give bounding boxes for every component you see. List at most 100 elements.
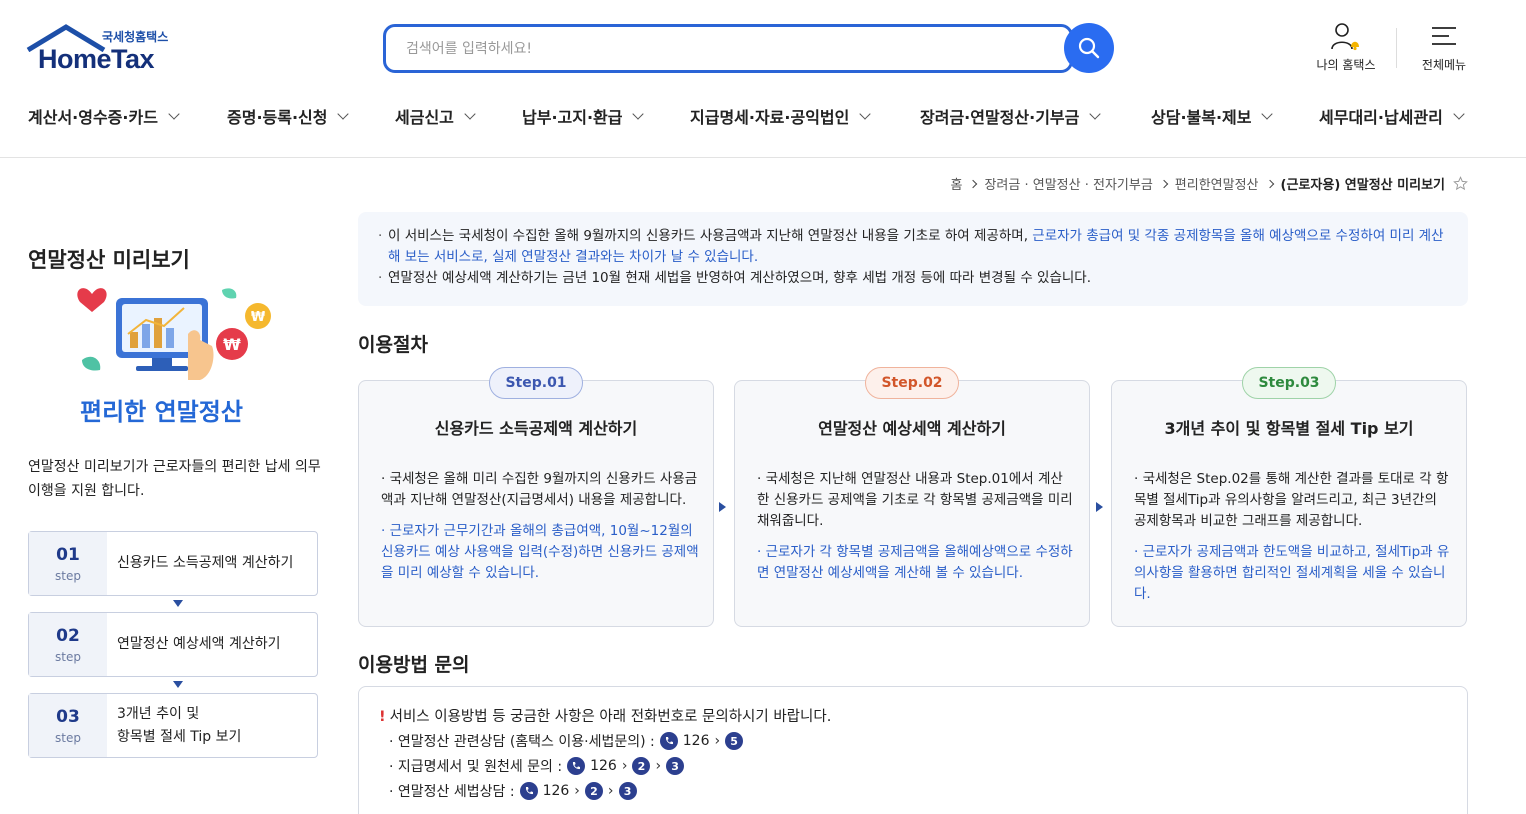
chevron-down-icon [1261, 108, 1274, 120]
nav-label: 계산서·영수증·카드 [28, 108, 158, 127]
chevron-right-icon [1159, 179, 1169, 188]
arrow-right-icon [1096, 502, 1103, 512]
search-icon [1078, 37, 1100, 59]
phone-icon [519, 782, 538, 800]
nav-invoice-receipt-card[interactable]: 계산서·영수증·카드 [28, 104, 180, 128]
step-card-title: 3개년 추이 및 항목별 절세 Tip 보기 [1164, 419, 1414, 438]
search-box [383, 24, 1073, 73]
step-text: 3개년 추이 및 항목별 절세 Tip 보기 [117, 705, 242, 745]
arrow-down-icon [173, 600, 183, 607]
my-hometax-label: 나의 홈택스 [1316, 58, 1376, 72]
nav-label: 증명·등록·신청 [227, 108, 328, 127]
menu-number-badge: 3 [666, 757, 685, 775]
step-card-body: · 국세청은 올해 미리 수집한 9월까지의 신용카드 사용금액과 지난해 연말… [381, 471, 699, 581]
nav-payment-statement[interactable]: 지급명세·자료·공익법인 [690, 104, 872, 128]
all-menu-button[interactable]: 전체메뉴 [1414, 20, 1474, 73]
nav-label: 세무대리·납세관리 [1319, 108, 1443, 127]
step-number: 03 step [29, 694, 107, 757]
side-step-03[interactable]: 03 step 3개년 추이 및 항목별 절세 Tip 보기 [28, 693, 318, 758]
arrow-down-icon [173, 681, 183, 688]
breadcrumb-current: (근로자용) 연말정산 미리보기 [1280, 178, 1445, 193]
search-input[interactable] [386, 27, 1070, 70]
nav-label: 세금신고 [395, 108, 454, 127]
menu-number-badge: 5 [725, 732, 744, 750]
nav-label: 장려금·연말정산·기부금 [920, 108, 1080, 127]
nav-consult-appeal[interactable]: 상담·불복·제보 [1151, 104, 1274, 128]
breadcrumb-item[interactable]: 편리한연말정산 [1175, 174, 1259, 193]
step-card-body: · 국세청은 Step.02를 통해 계산한 결과를 토대로 각 항목별 절세T… [1134, 471, 1450, 602]
side-title: 연말정산 미리보기 [28, 248, 190, 272]
user-bell-icon [1331, 23, 1359, 51]
chevron-right-icon: › [607, 783, 614, 799]
menu-number-badge: 2 [632, 757, 651, 775]
step-pill: Step.02 [865, 367, 959, 399]
chevron-down-icon [1089, 108, 1102, 120]
breadcrumb-item[interactable]: 장려금 · 연말정산 · 전자기부금 [984, 174, 1152, 193]
nav-certificate-register[interactable]: 증명·등록·신청 [227, 104, 350, 128]
contact-row: · 연말정산 관련상담 (홈택스 이용·세법문의) : 126 › 5 [379, 731, 1447, 751]
contact-row: · 지급명세서 및 원천세 문의 : 126 › 2 › 3 [379, 756, 1447, 776]
contact-row: · 연말정산 세법상담 : 126 › 2 › 3 [379, 781, 1447, 801]
menu-number-badge: 2 [584, 782, 603, 800]
notice-line-2: 연말정산 예상세액 계산하기는 금년 10월 현재 세법을 반영하여 계산하였으… [378, 268, 1448, 289]
side-description: 연말정산 미리보기가 근로자들의 편리한 납세 의무 이행을 지원 합니다. [28, 459, 321, 499]
hometax-logo[interactable]: 국세청홈택스 HomeTax [26, 22, 186, 78]
chevron-down-icon [1453, 108, 1465, 120]
nav-tax-agent[interactable]: 세무대리·납세관리 [1319, 104, 1465, 128]
chevron-down-icon [464, 108, 476, 120]
step-pill: Step.03 [1242, 367, 1336, 399]
nav-incentive-yearend[interactable]: 장려금·연말정산·기부금 [920, 104, 1102, 128]
menu-number-badge: 3 [618, 782, 637, 800]
chevron-right-icon: › [655, 758, 662, 774]
star-icon[interactable] [1453, 176, 1468, 191]
nav-label: 상담·불복·제보 [1151, 108, 1252, 127]
side-step-02[interactable]: 02 step 연말정산 예상세액 계산하기 [28, 612, 318, 677]
chevron-right-icon: › [574, 783, 580, 799]
service-notice: 이 서비스는 국세청이 수집한 올해 9월까지의 신용카드 사용금액과 지난해 … [358, 212, 1468, 306]
illustration-title: 편리한 연말정산 [80, 398, 243, 426]
contact-head: ! 서비스 이용방법 등 궁금한 사항은 아래 전화번호로 문의하시기 바랍니다. [379, 709, 832, 725]
step-card-body: · 국세청은 지난해 연말정산 내용과 Step.01에서 계산한 신용카드 공… [757, 471, 1073, 581]
step-card-title: 연말정산 예상세액 계산하기 [818, 419, 1006, 438]
contact-box: ! 서비스 이용방법 등 궁금한 사항은 아래 전화번호로 문의하시기 바랍니다.… [358, 686, 1468, 814]
nav-label: 납부·고지·환급 [522, 108, 623, 127]
nav-tax-report[interactable]: 세금신고 [395, 104, 476, 128]
step-card-title: 신용카드 소득공제액 계산하기 [434, 419, 638, 438]
nav-label: 지급명세·자료·공익법인 [690, 108, 850, 127]
side-step-01[interactable]: 01 step 신용카드 소득공제액 계산하기 [28, 531, 318, 596]
step-number: 01 step [29, 532, 107, 595]
contact-title: 이용방법 문의 [358, 654, 470, 676]
svg-text:₩: ₩ [251, 310, 266, 325]
exclamation-icon: ! [379, 709, 386, 725]
main-nav: 계산서·영수증·카드 증명·등록·신청 세금신고 납부·고지·환급 지급명세·자… [0, 104, 1526, 134]
breadcrumb-home[interactable]: 홈 [951, 174, 963, 193]
chevron-right-icon [969, 179, 978, 188]
logo-subtitle: 국세청홈택스 [102, 30, 169, 44]
nav-payment-refund[interactable]: 납부·고지·환급 [522, 104, 645, 128]
step-card-03: Step.03 3개년 추이 및 항목별 절세 Tip 보기 · 국세청은 St… [1111, 367, 1467, 627]
chevron-down-icon [632, 108, 645, 120]
step-text: 연말정산 예상세액 계산하기 [117, 636, 281, 652]
logo-text: HomeTax [38, 44, 155, 74]
chevron-right-icon: › [714, 733, 721, 749]
phone-icon [567, 757, 586, 775]
chevron-down-icon [337, 108, 350, 120]
chevron-down-icon [168, 108, 180, 120]
breadcrumb: 홈 장려금 · 연말정산 · 전자기부금 편리한연말정산 (근로자용) 연말정산… [951, 174, 1469, 193]
procedure-title: 이용절차 [358, 334, 428, 356]
my-hometax-button[interactable]: 나의 홈택스 [1311, 20, 1381, 73]
site-header: 국세청홈택스 HomeTax 나의 홈택스 [0, 0, 1526, 158]
step-text: 신용카드 소득공제액 계산하기 [117, 555, 294, 571]
chevron-right-icon: › [621, 758, 628, 774]
step-card-01: Step.01 신용카드 소득공제액 계산하기 · 국세청은 올해 미리 수집한… [358, 367, 714, 627]
util-divider [1396, 28, 1397, 68]
arrow-right-icon [719, 502, 726, 512]
all-menu-label: 전체메뉴 [1421, 58, 1467, 72]
search-button[interactable] [1064, 23, 1114, 73]
notice-line-1: 이 서비스는 국세청이 수집한 올해 9월까지의 신용카드 사용금액과 지난해 … [378, 226, 1448, 268]
step-number: 02 step [29, 613, 107, 676]
svg-text:₩: ₩ [223, 335, 241, 354]
step-card-02: Step.02 연말정산 예상세액 계산하기 · 국세청은 지난해 연말정산 내… [734, 367, 1090, 627]
hamburger-icon [1432, 27, 1456, 45]
chevron-right-icon [1265, 179, 1274, 188]
